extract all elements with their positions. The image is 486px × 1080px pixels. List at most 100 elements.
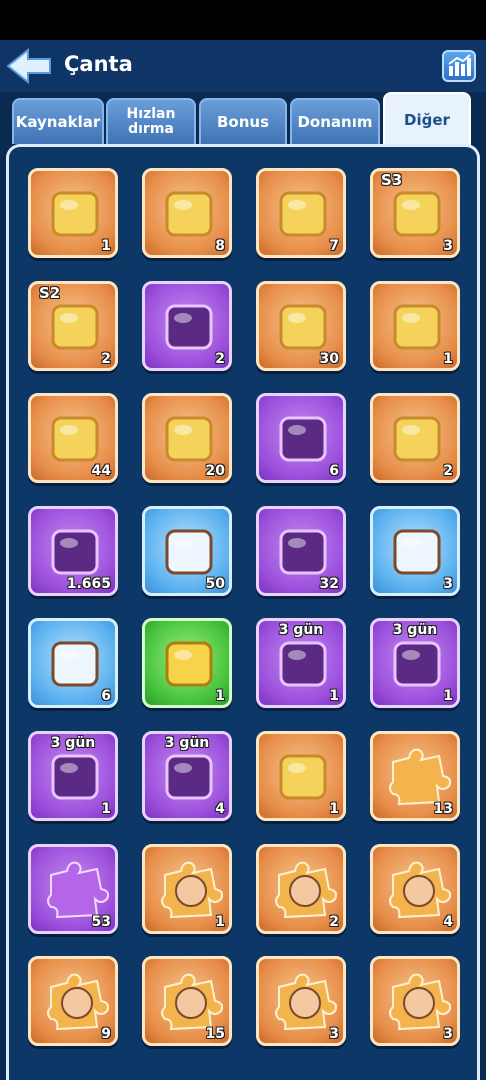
blue-statue-platform-icon [393,529,441,575]
item-count: 13 [433,801,453,817]
inventory-item[interactable]: 1 [142,844,232,934]
item-count: 2 [329,914,339,930]
inventory-item[interactable]: 1.665 [28,506,118,596]
item-badge: 3 gün [392,622,438,638]
item-count: 4 [215,801,225,817]
inventory-item[interactable]: 3 gün 1 [28,731,118,821]
item-count: 15 [205,1026,225,1042]
purple-s-token-icon [279,304,327,350]
item-count: 1 [443,351,453,367]
star-banner-platform-icon [51,641,99,687]
inventory-item[interactable]: 1 [142,618,232,708]
inventory-item[interactable]: 13 [370,731,460,821]
ticket-30-icon [51,191,99,237]
hero-puzzle-hat-icon [161,973,223,1031]
inventory-item[interactable]: 3 gün 4 [142,731,232,821]
status-bar [0,0,486,40]
scroll-icon [165,191,213,237]
inventory-item[interactable]: 3 gün 1 [256,618,346,708]
inventory-item[interactable]: 8 [142,168,232,258]
tab-hizlandirma[interactable]: Hızlan dırma [106,98,196,144]
inventory-item[interactable]: 2 [370,393,460,483]
inventory-item[interactable]: 15 [142,956,232,1046]
gold-mystery-badge-icon [51,529,99,575]
back-arrow-icon [6,47,51,85]
page-title: Çanta [64,52,133,76]
item-count: 2 [101,351,111,367]
tab-bonus[interactable]: Bonus [199,98,287,144]
stats-button[interactable] [442,50,476,82]
inventory-item[interactable]: 7 [256,168,346,258]
inventory-item[interactable]: 3 gün 1 [370,618,460,708]
item-count: 3 [329,1026,339,1042]
inventory-item[interactable]: 30 [256,281,346,371]
inventory-item[interactable]: 3 [370,506,460,596]
golden-throne-icon [393,641,441,687]
inventory-item[interactable]: 3 [256,956,346,1046]
inventory-item[interactable]: 44 [28,393,118,483]
inventory-item[interactable]: 1 [28,168,118,258]
mystery-platform-icon [165,641,213,687]
gold-puzzle-piece-icon [389,748,451,806]
bar-chart-icon [448,54,471,76]
item-count: 3 [443,238,453,254]
inventory-item[interactable]: 1 [256,731,346,821]
item-count: 6 [101,688,111,704]
skull-gate-frame-icon [165,754,213,800]
inventory-item[interactable]: 1 [370,281,460,371]
tab-label: Donanım [297,112,373,131]
item-count: 3 [443,576,453,592]
hero-puzzle-old-man-icon [275,973,337,1031]
detective-girl-icon [279,754,327,800]
tab-label: Diğer [404,110,450,129]
inventory-item[interactable]: 9 [28,956,118,1046]
inventory-item[interactable]: 6 [28,618,118,708]
hero-puzzle-pink-girl-icon [47,973,109,1031]
hero-puzzle-blonde-girl-icon [161,861,223,919]
item-count: 6 [329,463,339,479]
item-count: 1 [215,914,225,930]
inventory-item[interactable]: 53 [28,844,118,934]
inventory-item[interactable]: 4 [370,844,460,934]
inventory-item[interactable]: 3 [370,956,460,1046]
item-count: 50 [205,576,225,592]
ice-fortress-icon [279,641,327,687]
inventory-item[interactable]: 2 [256,844,346,934]
item-count: 4 [443,914,453,930]
back-button[interactable] [6,47,52,85]
item-count: 3 [443,1026,453,1042]
item-count: 7 [329,238,339,254]
hero-puzzle-goggles-icon [389,973,451,1031]
mystery-metal-chest-icon [279,191,327,237]
inventory-item[interactable]: 2 [142,281,232,371]
tab-kaynaklar[interactable]: Kaynaklar [12,98,104,144]
item-badge: S3 [381,171,403,189]
item-count: 1 [101,801,111,817]
tab-donanim[interactable]: Donanım [290,98,380,144]
tab-label: Hızlan dırma [126,106,176,137]
twin-rocket-icon [393,416,441,462]
item-count: 1 [101,238,111,254]
item-count: 32 [319,576,339,592]
purple-puzzle-piece-icon [47,861,109,919]
item-badge: 3 gün [50,735,96,751]
item-count: 20 [205,463,225,479]
tab-bar: Kaynaklar Hızlan dırma Bonus Donanım Diğ… [0,92,486,146]
item-count: 30 [319,351,339,367]
item-badge: 3 gün [164,735,210,751]
item-count: 1 [443,688,453,704]
inventory-item[interactable]: 6 [256,393,346,483]
inventory-item[interactable]: S2 2 [28,281,118,371]
tab-label: Bonus [216,112,270,131]
inventory-item[interactable]: S3 3 [370,168,460,258]
item-badge: 3 gün [278,622,324,638]
item-count: 2 [443,463,453,479]
inventory-item[interactable]: 20 [142,393,232,483]
item-count: 1 [329,688,339,704]
tab-diger[interactable]: Diğer [383,92,471,146]
hero-puzzle-warrior-icon [275,861,337,919]
inventory-item[interactable]: 50 [142,506,232,596]
inventory-item[interactable]: 32 [256,506,346,596]
hero-puzzle-elf-icon [389,861,451,919]
firework-rocket-2-icon [51,416,99,462]
